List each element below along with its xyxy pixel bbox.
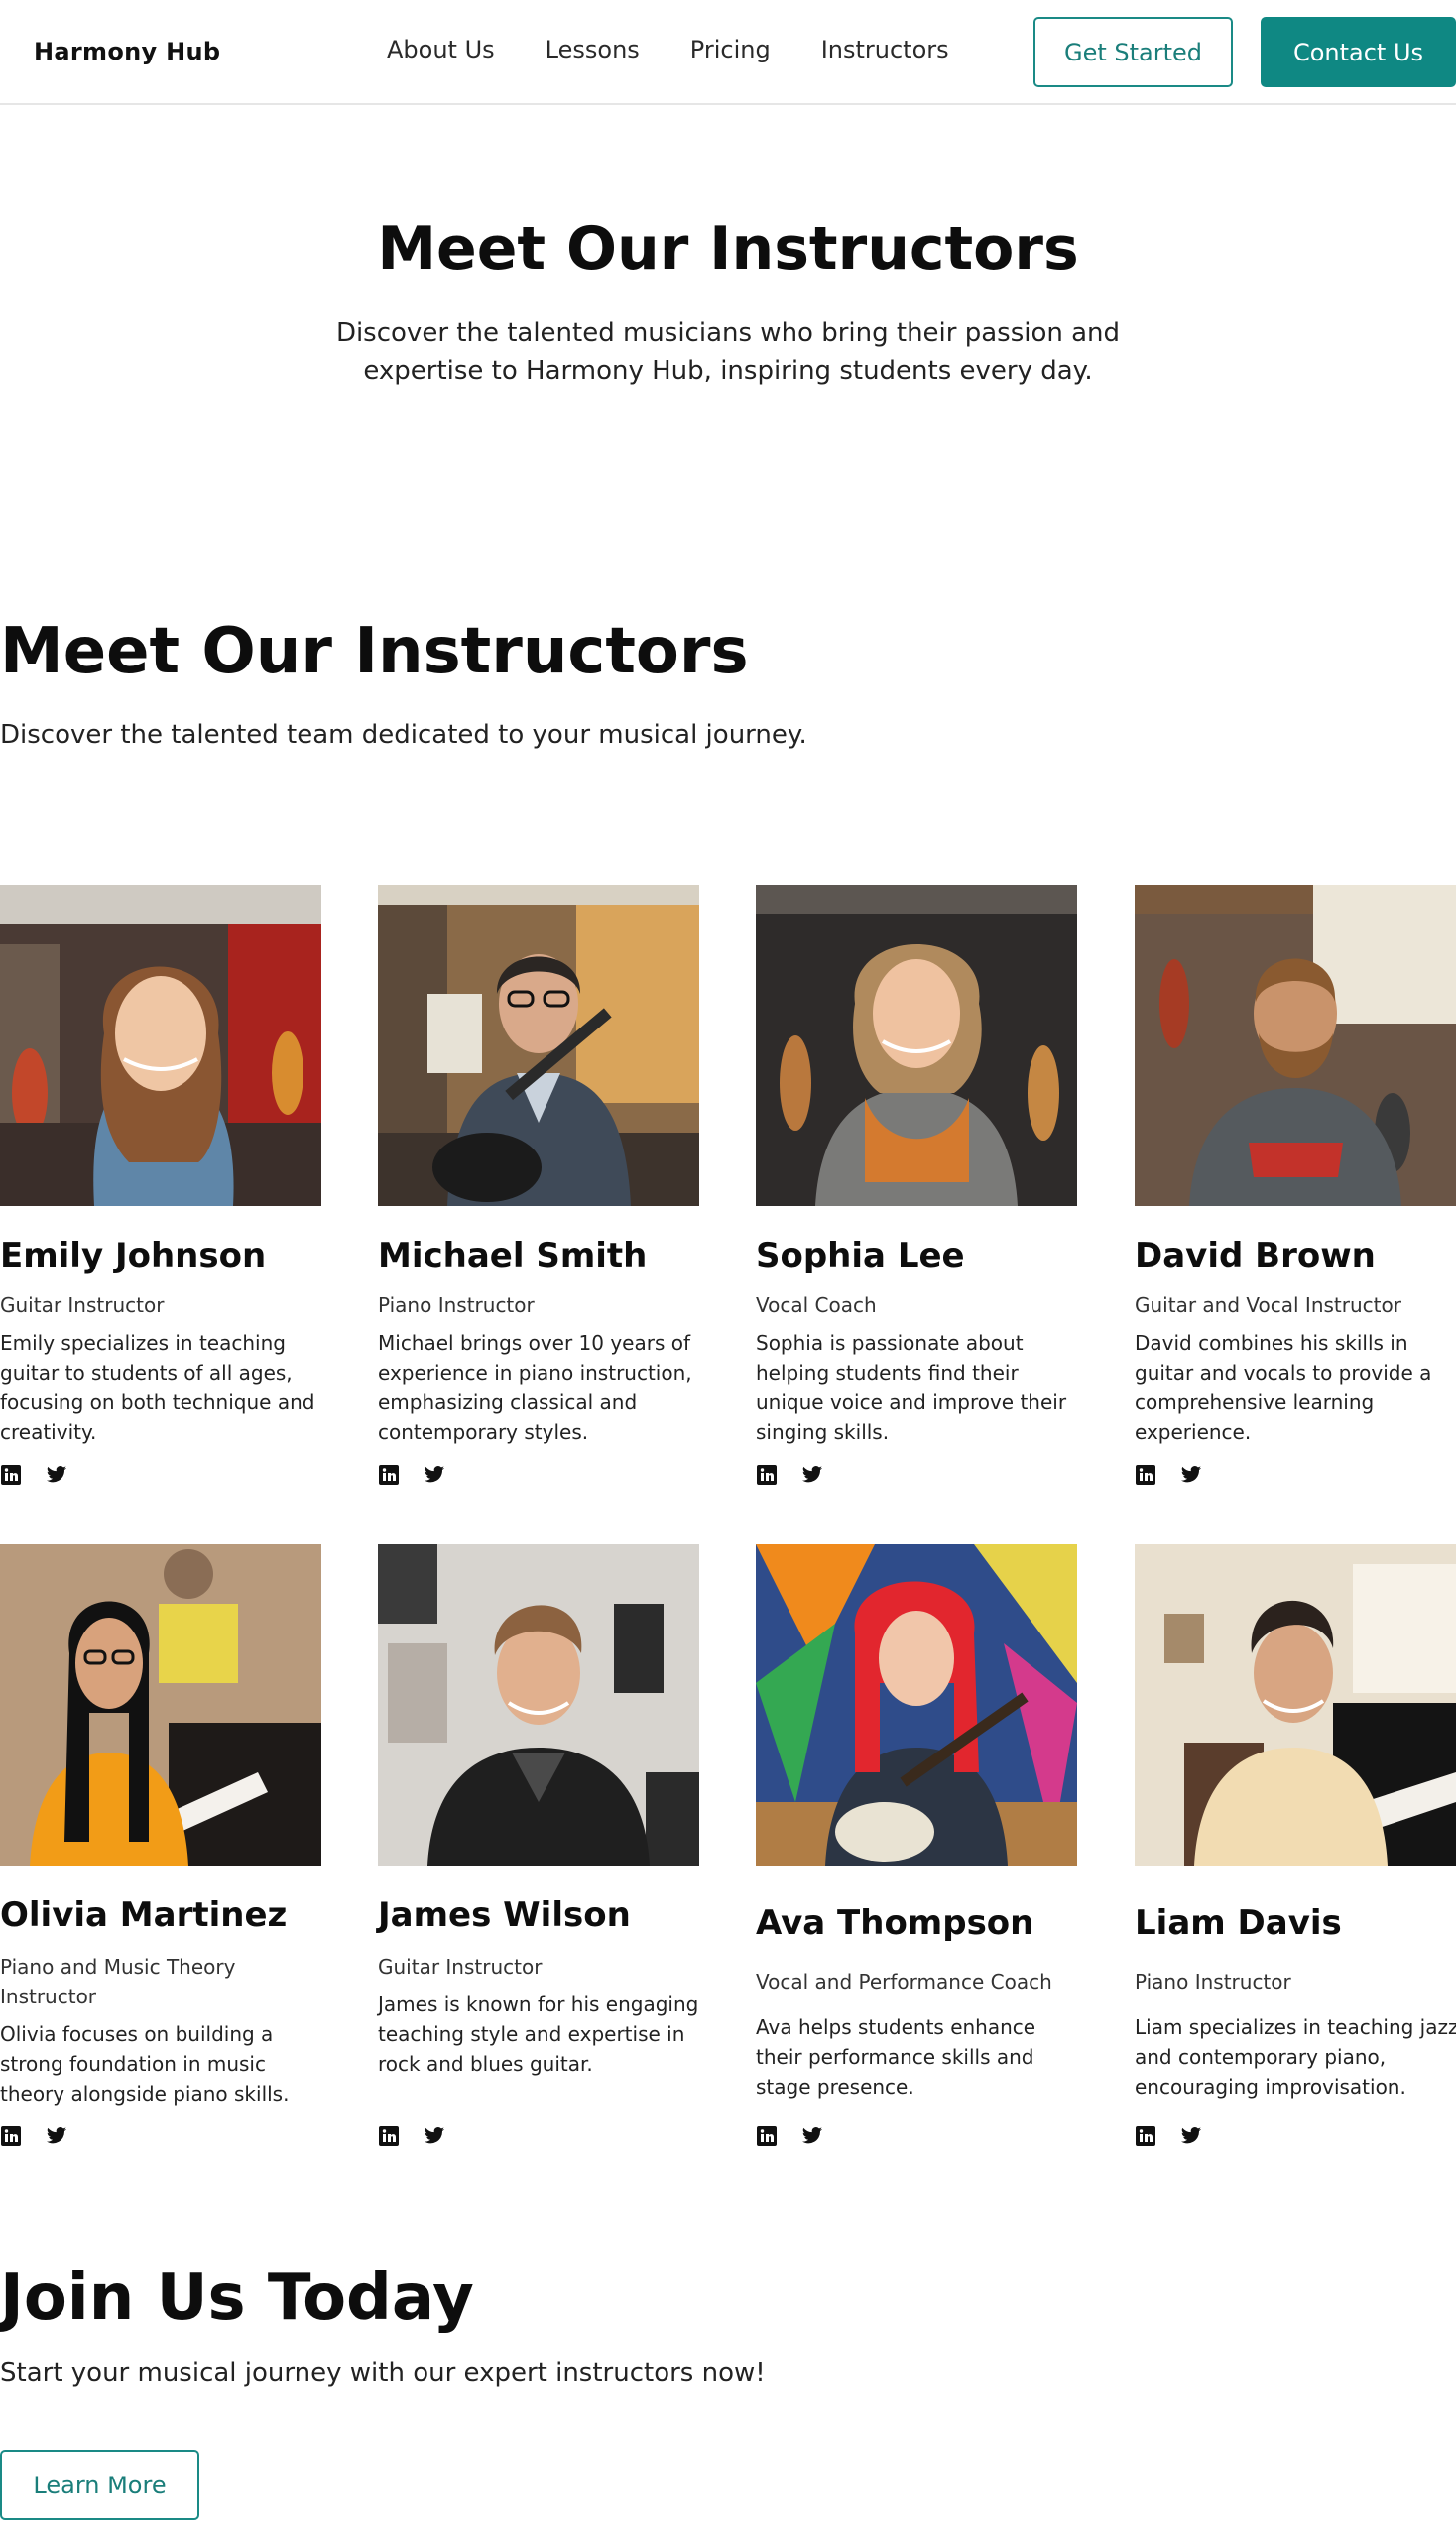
twitter-icon[interactable]: [1180, 1464, 1202, 1486]
instructor-card: David Brown Guitar and Vocal Instructor …: [1135, 885, 1456, 1485]
top-nav: Harmony Hub About Us Lessons Pricing Ins…: [0, 0, 1456, 105]
linkedin-icon[interactable]: [378, 2125, 400, 2147]
twitter-icon[interactable]: [46, 1464, 67, 1486]
instructor-name: Emily Johnson: [0, 1236, 267, 1275]
hero-subtitle: Discover the talented musicians who brin…: [335, 318, 1121, 386]
instructor-name: Olivia Martinez: [0, 1895, 288, 1935]
linkedin-icon[interactable]: [0, 1464, 22, 1486]
instructor-card: Olivia Martinez Piano and Music Theory I…: [0, 1544, 323, 2146]
instructor-card: Sophia Lee Vocal Coach Sophia is passion…: [756, 885, 1079, 1485]
instructor-photo: [378, 885, 699, 1206]
nav-link-pricing[interactable]: Pricing: [690, 36, 771, 63]
instructor-role: Piano Instructor: [378, 1293, 535, 1317]
instructor-role: Piano and Music Theory Instructor: [0, 1955, 236, 2008]
instructor-bio: David combines his skills in guitar and …: [1135, 1331, 1432, 1444]
instructor-role: Vocal and Performance Coach: [756, 1970, 1052, 1994]
instructor-role: Guitar Instructor: [0, 1293, 165, 1317]
join-subtitle: Start your musical journey with our expe…: [0, 2358, 766, 2388]
instructor-name: David Brown: [1135, 1236, 1376, 1275]
social-links: [1135, 1464, 1202, 1486]
instructor-photo: [378, 1544, 699, 1866]
nav-links: About Us Lessons Pricing Instructors: [387, 36, 949, 63]
instructor-name: Sophia Lee: [756, 1236, 965, 1275]
twitter-icon[interactable]: [801, 2125, 823, 2147]
nav-link-instructors[interactable]: Instructors: [821, 36, 949, 63]
linkedin-icon[interactable]: [756, 1464, 778, 1486]
social-links: [756, 1464, 823, 1486]
instructor-role: Guitar and Vocal Instructor: [1135, 1293, 1401, 1317]
learn-more-button[interactable]: Learn More: [0, 2450, 199, 2520]
instructor-photo: [0, 1544, 321, 1866]
hero-title: Meet Our Instructors: [377, 214, 1079, 284]
instructor-role: Vocal Coach: [756, 1293, 877, 1317]
instructor-name: Ava Thompson: [756, 1903, 1034, 1943]
social-links: [0, 1464, 67, 1486]
instructor-bio: Emily specializes in teaching guitar to …: [0, 1331, 315, 1444]
instructor-photo: [1135, 885, 1456, 1206]
instructor-name: James Wilson: [378, 1895, 631, 1935]
twitter-icon[interactable]: [801, 1464, 823, 1486]
instructor-bio: Sophia is passionate about helping stude…: [756, 1331, 1067, 1444]
linkedin-icon[interactable]: [1135, 1464, 1156, 1486]
instructor-card: Ava Thompson Vocal and Performance Coach…: [756, 1544, 1079, 2146]
instructor-bio: Olivia focuses on building a strong foun…: [0, 2022, 290, 2106]
social-links: [378, 1464, 445, 1486]
twitter-icon[interactable]: [424, 1464, 445, 1486]
twitter-icon[interactable]: [424, 2125, 445, 2147]
instructor-bio: Liam specializes in teaching jazz and co…: [1135, 2015, 1456, 2099]
social-links: [0, 2125, 67, 2147]
twitter-icon[interactable]: [46, 2125, 67, 2147]
instructor-bio: Michael brings over 10 years of experien…: [378, 1331, 692, 1444]
instructor-bio: James is known for his engaging teaching…: [378, 1993, 699, 2076]
linkedin-icon[interactable]: [756, 2125, 778, 2147]
instructor-photo: [0, 885, 321, 1206]
instructor-card: Michael Smith Piano Instructor Michael b…: [378, 885, 701, 1485]
instructor-card: James Wilson Guitar Instructor James is …: [378, 1544, 701, 2146]
social-links: [378, 2125, 445, 2147]
nav-link-lessons[interactable]: Lessons: [546, 36, 640, 63]
social-links: [756, 2125, 823, 2147]
logo[interactable]: Harmony Hub: [34, 38, 220, 65]
linkedin-icon[interactable]: [1135, 2125, 1156, 2147]
instructor-bio: Ava helps students enhance their perform…: [756, 2015, 1036, 2099]
get-started-button[interactable]: Get Started: [1033, 17, 1233, 87]
section-subtitle: Discover the talented team dedicated to …: [0, 720, 807, 750]
instructor-photo: [756, 885, 1077, 1206]
instructor-role: Piano Instructor: [1135, 1970, 1291, 1994]
join-title: Join Us Today: [0, 2261, 474, 2335]
nav-link-about[interactable]: About Us: [387, 36, 495, 63]
instructor-name: Liam Davis: [1135, 1903, 1342, 1943]
twitter-icon[interactable]: [1180, 2125, 1202, 2147]
linkedin-icon[interactable]: [0, 2125, 22, 2147]
instructor-role: Guitar Instructor: [378, 1955, 543, 1979]
social-links: [1135, 2125, 1202, 2147]
contact-us-button[interactable]: Contact Us: [1261, 17, 1456, 87]
instructor-photo: [756, 1544, 1077, 1866]
instructor-photo: [1135, 1544, 1456, 1866]
instructor-name: Michael Smith: [378, 1236, 648, 1275]
instructor-card: Emily Johnson Guitar Instructor Emily sp…: [0, 885, 323, 1485]
instructor-card: Liam Davis Piano Instructor Liam special…: [1135, 1544, 1456, 2146]
section-title: Meet Our Instructors: [0, 615, 749, 688]
linkedin-icon[interactable]: [378, 1464, 400, 1486]
